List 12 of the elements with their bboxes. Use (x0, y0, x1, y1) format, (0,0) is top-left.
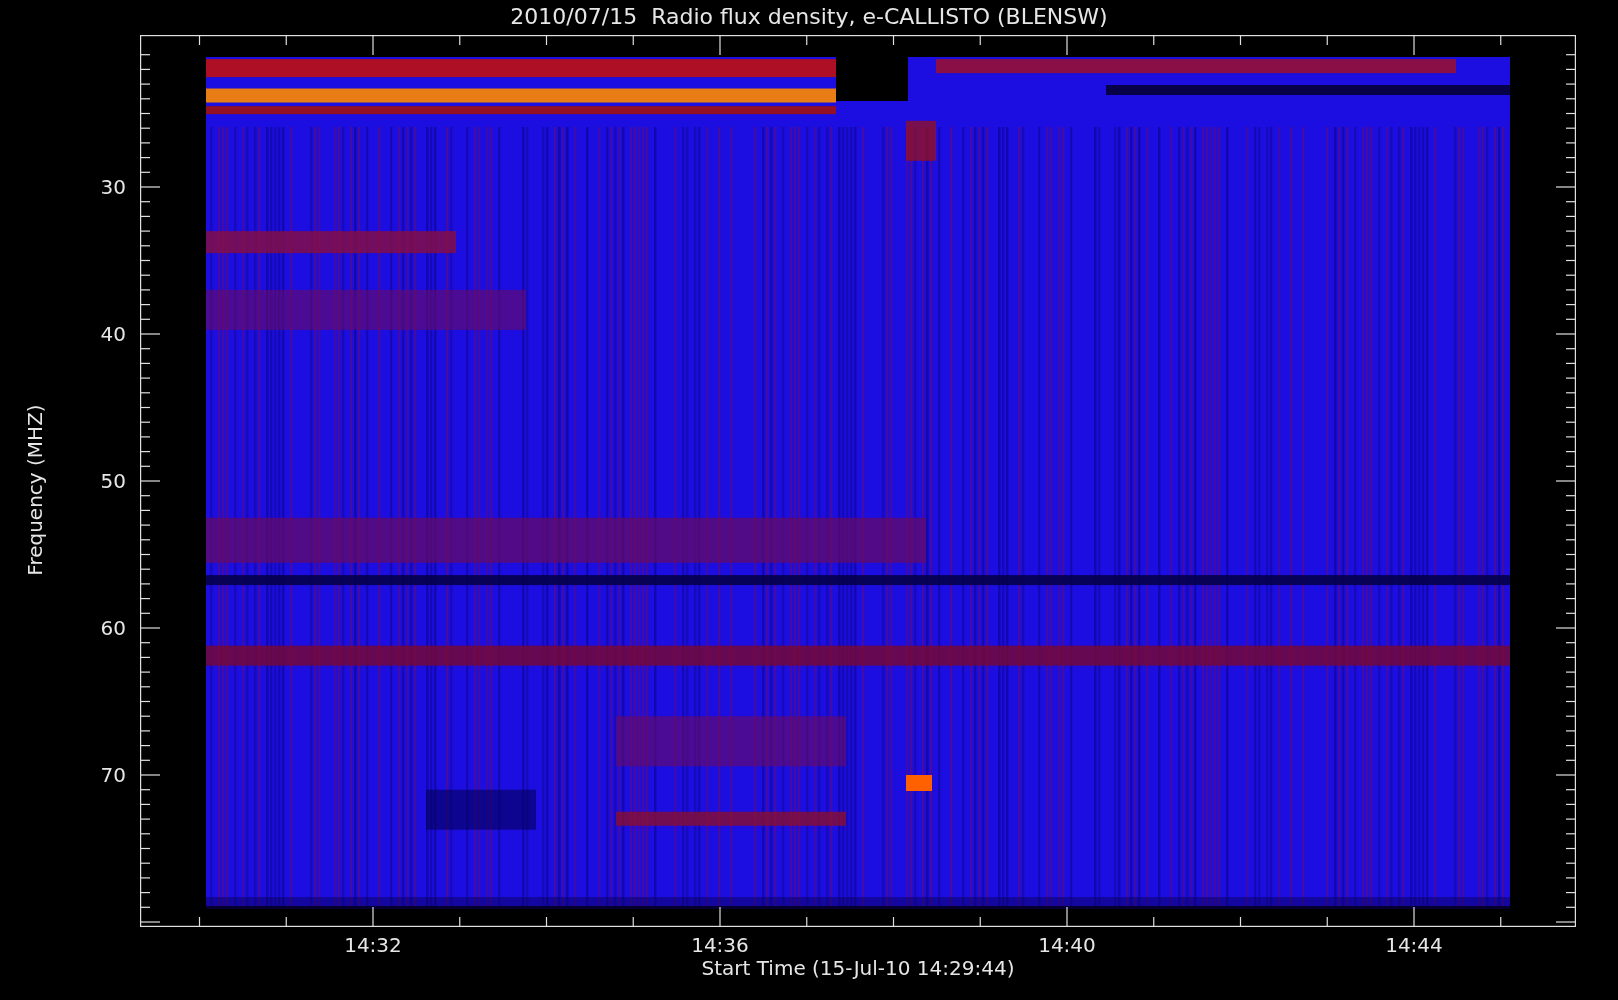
x-axis-label: Start Time (15-Jul-10 14:29:44) (701, 956, 1015, 980)
y-tick-label: 50 (99, 469, 126, 493)
y-tick-label: 60 (99, 616, 126, 640)
plot-title: 2010/07/15 Radio flux density, e-CALLISTO (BLENSW) (510, 3, 1108, 31)
y-axis-label: Frequency (MHZ) (23, 404, 47, 576)
y-tick-label: 30 (99, 175, 126, 199)
x-tick-label: 14:32 (343, 933, 403, 957)
x-tick-label: 14:36 (690, 933, 750, 957)
y-tick-label: 70 (99, 763, 126, 787)
x-tick-label: 14:44 (1384, 933, 1444, 957)
x-tick-label: 14:40 (1037, 933, 1097, 957)
y-tick-label: 40 (99, 322, 126, 346)
